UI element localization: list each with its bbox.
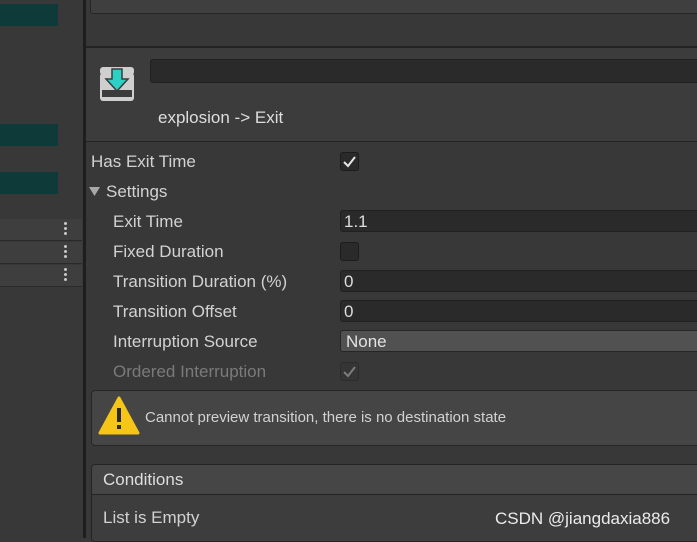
fixed-duration-row: Fixed Duration [86, 237, 697, 267]
ordered-interruption-checkbox [340, 362, 359, 381]
transition-offset-row: Transition Offset 0 [86, 297, 697, 327]
transition-title: explosion -> Exit [158, 108, 284, 127]
list-item[interactable] [0, 219, 82, 241]
foldout-arrow-icon[interactable] [89, 187, 100, 197]
exit-time-field[interactable]: 1.1 [340, 210, 697, 232]
conditions-header: Conditions [92, 465, 697, 495]
transition-duration-row: Transition Duration (%) 0 [86, 267, 697, 297]
transition-name-field[interactable] [150, 59, 697, 83]
exit-time-label: Exit Time [113, 212, 183, 231]
list-item-highlight[interactable] [0, 124, 58, 146]
list-item-highlight[interactable] [0, 172, 58, 194]
transition-header: explosion -> Exit [86, 48, 697, 142]
list-item[interactable] [0, 242, 82, 264]
checkmark-icon [343, 156, 356, 168]
warning-text: Cannot preview transition, there is no d… [145, 409, 507, 426]
fixed-duration-checkbox[interactable] [340, 242, 359, 261]
exit-time-row: Exit Time 1.1 [86, 207, 697, 237]
has-exit-time-label: Has Exit Time [91, 152, 196, 171]
interruption-source-row: Interruption Source None [86, 327, 697, 357]
transition-duration-field[interactable]: 0 [340, 270, 697, 292]
conditions-title: Conditions [103, 470, 184, 489]
fixed-duration-label: Fixed Duration [113, 242, 224, 261]
interruption-source-dropdown[interactable]: None [340, 330, 697, 352]
list-item[interactable] [0, 265, 82, 287]
transition-duration-label: Transition Duration (%) [113, 272, 288, 291]
conditions-empty-text: List is Empty [103, 508, 200, 527]
ordered-interruption-label: Ordered Interruption [113, 362, 267, 381]
transition-offset-label: Transition Offset [113, 302, 237, 321]
checkmark-icon [343, 366, 356, 378]
settings-label: Settings [106, 182, 168, 201]
transition-icon [100, 67, 134, 101]
has-exit-time-checkbox[interactable] [340, 152, 359, 171]
conditions-list: Conditions List is Empty [91, 464, 697, 542]
top-field[interactable] [90, 0, 697, 14]
more-options-icon[interactable] [64, 222, 68, 237]
has-exit-time-row: Has Exit Time [86, 147, 697, 177]
ordered-interruption-row: Ordered Interruption [86, 357, 697, 387]
more-options-icon[interactable] [64, 268, 68, 283]
list-item-highlight[interactable] [0, 4, 58, 26]
more-options-icon[interactable] [64, 245, 68, 260]
interruption-source-label: Interruption Source [113, 332, 258, 351]
settings-foldout[interactable]: Settings [86, 177, 697, 207]
left-panel [0, 0, 83, 538]
warning-icon [98, 396, 140, 436]
inspector-panel: explosion -> Exit Has Exit Time Settings… [86, 0, 697, 542]
watermark: CSDN @jiangdaxia886 [495, 509, 671, 528]
warning-box: Cannot preview transition, there is no d… [91, 390, 697, 446]
transition-offset-field[interactable]: 0 [340, 300, 697, 322]
